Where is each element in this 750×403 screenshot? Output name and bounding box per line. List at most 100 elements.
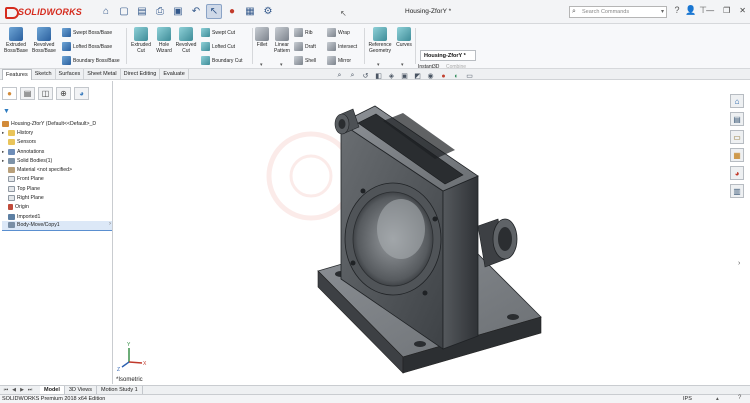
pattern-dropdown-icon[interactable]: ▾ xyxy=(280,62,283,68)
minimize-icon[interactable]: — xyxy=(706,6,714,15)
boundary-boss-button[interactable]: Boundary Boss/Base xyxy=(62,56,120,65)
task-pane-collapse-icon[interactable]: › xyxy=(738,260,740,267)
print-icon[interactable]: ⎙ xyxy=(152,4,168,19)
draft-button[interactable]: Draft xyxy=(294,42,316,51)
design-library-icon[interactable]: ▤ xyxy=(730,112,744,126)
lofted-boss-button[interactable]: Lofted Boss/Base xyxy=(62,42,112,51)
mirror-button[interactable]: Mirror xyxy=(327,56,351,65)
new-document-icon[interactable]: ▢ xyxy=(116,4,132,19)
dimxpertmanager-tab-icon[interactable]: ⊕ xyxy=(56,87,71,100)
custom-properties-icon[interactable]: ▥ xyxy=(730,184,744,198)
tab-sketch[interactable]: Sketch xyxy=(32,69,56,80)
curves-dropdown-icon[interactable]: ▾ xyxy=(401,62,404,68)
tree-item-front-plane[interactable]: Front Plane xyxy=(2,175,112,184)
tree-item-annotations[interactable]: ▸ Annotations xyxy=(2,147,112,156)
panel-collapse-icon[interactable]: › xyxy=(109,221,111,227)
configurationmanager-tab-icon[interactable]: ◫ xyxy=(38,87,53,100)
next-tab-icon[interactable]: ▶ xyxy=(18,387,26,393)
fillet-button[interactable]: Fillet xyxy=(254,27,270,48)
tab-features[interactable]: Features xyxy=(2,69,32,80)
appearances-scenes-icon[interactable]: ◕ xyxy=(730,166,744,180)
tab-surfaces[interactable]: Surfaces xyxy=(56,69,85,80)
move-copy-body-icon xyxy=(8,222,15,229)
unit-dropdown-icon[interactable]: ▴ xyxy=(716,396,719,402)
user-icon[interactable]: 👤 xyxy=(685,5,696,16)
tree-item-imported1[interactable]: Imported1 xyxy=(2,212,112,221)
extruded-boss-button[interactable]: Extruded Boss/Base xyxy=(3,27,29,54)
fillet-dropdown-icon[interactable]: ▾ xyxy=(260,62,263,68)
solidworks-resources-icon[interactable]: ⌂ xyxy=(730,94,744,108)
rib-icon xyxy=(294,28,303,37)
solidworks-logo[interactable]: SOLIDWORKS xyxy=(4,6,82,19)
hole-wizard-button[interactable]: Hole Wizard xyxy=(153,27,175,54)
right-boss[interactable] xyxy=(477,218,518,268)
previous-tab-icon[interactable]: ◀ xyxy=(10,387,18,393)
unit-system-selector[interactable]: IPS xyxy=(683,396,692,402)
tab-sheet-metal[interactable]: Sheet Metal xyxy=(84,69,121,80)
close-icon[interactable]: ✕ xyxy=(739,6,746,15)
zoom-to-area-icon[interactable]: ⌕ xyxy=(348,72,357,80)
file-explorer-icon[interactable]: ▭ xyxy=(730,130,744,144)
rib-button[interactable]: Rib xyxy=(294,28,313,37)
view-orientation-icon[interactable]: ▣ xyxy=(400,72,409,80)
tree-item-solid-bodies[interactable]: ▸ Solid Bodies(1) xyxy=(2,156,112,165)
previous-view-icon[interactable]: ↺ xyxy=(361,72,370,80)
tab-direct-editing[interactable]: Direct Editing xyxy=(121,69,161,80)
command-manager: Extruded Boss/Base Revolved Boss/Base Sw… xyxy=(0,24,750,70)
view-palette-icon[interactable]: ▦ xyxy=(730,148,744,162)
select-pointer-icon[interactable]: ↖ xyxy=(206,4,222,19)
featuremanager-tab-icon[interactable]: ● xyxy=(2,87,17,100)
restore-icon[interactable]: ❐ xyxy=(723,6,730,15)
tree-root[interactable]: Housing-ZforY (Default<<Default>_D xyxy=(2,119,112,128)
reference-geometry-dropdown-icon[interactable]: ▾ xyxy=(377,62,380,68)
reference-geometry-button[interactable]: Reference Geometry xyxy=(366,27,394,54)
search-commands-input[interactable]: ⌕ Search Commands ▾ xyxy=(569,6,667,18)
help-icon[interactable]: ? xyxy=(672,5,682,16)
hide-show-items-icon[interactable]: ◉ xyxy=(426,72,435,80)
wrap-button[interactable]: Wrap xyxy=(327,28,350,37)
apply-scene-icon[interactable]: ◐ xyxy=(452,73,461,80)
tree-item-history[interactable]: ▸ History xyxy=(2,128,112,137)
last-tab-icon[interactable]: ⏭ xyxy=(26,387,34,393)
view-settings-icon[interactable]: ▭ xyxy=(465,72,474,80)
options-gear-icon[interactable]: ⚙ xyxy=(260,4,276,19)
front-bore[interactable] xyxy=(344,182,442,296)
curves-button[interactable]: Curves xyxy=(395,27,413,48)
tree-item-body-move-copy1[interactable]: Body-Move/Copy1 xyxy=(2,221,112,231)
boundary-cut-button[interactable]: Boundary Cut xyxy=(201,56,243,65)
shell-button[interactable]: Shell xyxy=(294,56,316,65)
tab-evaluate[interactable]: Evaluate xyxy=(160,69,189,80)
lofted-cut-button[interactable]: Lofted Cut xyxy=(201,42,235,51)
tree-item-sensors[interactable]: Sensors xyxy=(2,138,112,147)
rebuild-traffic-light-icon[interactable]: ● xyxy=(224,4,240,19)
displaymanager-tab-icon[interactable]: ◕ xyxy=(74,87,89,100)
tree-item-top-plane[interactable]: Top Plane xyxy=(2,184,112,193)
revolved-boss-button[interactable]: Revolved Boss/Base xyxy=(31,27,57,54)
dynamic-annotation-icon[interactable]: ◈ xyxy=(387,72,396,80)
save-icon[interactable]: ▣ xyxy=(170,4,186,19)
tree-item-right-plane[interactable]: Right Plane xyxy=(2,193,112,202)
section-view-icon[interactable]: ◧ xyxy=(374,72,383,80)
revolved-cut-button[interactable]: Revolved Cut xyxy=(175,27,197,54)
model-viewport[interactable]: Y X Z xyxy=(113,81,728,384)
graphics-area[interactable]: Y X Z xyxy=(113,81,728,384)
linear-pattern-button[interactable]: Linear Pattern xyxy=(271,27,293,54)
display-style-icon[interactable]: ◩ xyxy=(413,72,422,80)
edit-appearance-icon[interactable]: ● xyxy=(439,73,448,80)
swept-boss-button[interactable]: Swept Boss/Base xyxy=(62,28,112,37)
undo-icon[interactable]: ↶ xyxy=(188,4,204,19)
swept-cut-button[interactable]: Swept Cut xyxy=(201,28,235,37)
file-properties-icon[interactable]: ▦ xyxy=(242,4,258,19)
tree-item-material[interactable]: Material <not specified> xyxy=(2,165,112,174)
home-icon[interactable]: ⌂ xyxy=(98,4,114,19)
first-tab-icon[interactable]: ⏮ xyxy=(2,387,10,393)
filter-icon[interactable]: ▼ xyxy=(3,108,10,115)
open-folder-icon[interactable]: ▤ xyxy=(134,4,150,19)
search-dropdown-icon[interactable]: ▾ xyxy=(661,8,664,15)
propertymanager-tab-icon[interactable]: ▤ xyxy=(20,87,35,100)
tree-item-origin[interactable]: Origin xyxy=(2,203,112,212)
zoom-to-fit-icon[interactable]: ⌕ xyxy=(335,72,344,80)
quick-tips-icon[interactable]: ? xyxy=(738,395,741,401)
intersect-button[interactable]: Intersect xyxy=(327,42,357,51)
extruded-cut-button[interactable]: Extruded Cut xyxy=(129,27,153,54)
